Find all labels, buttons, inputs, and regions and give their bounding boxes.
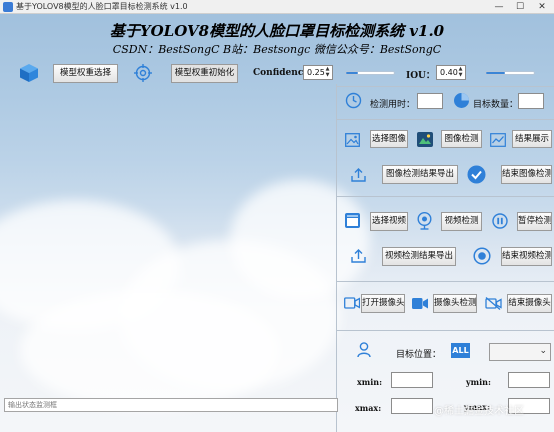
open-camera-button[interactable]: 打开摄像头 bbox=[361, 294, 405, 313]
target-count-label: 目标数量： bbox=[473, 100, 519, 110]
section-divider bbox=[337, 330, 554, 331]
right-panel-divider bbox=[336, 84, 337, 432]
cloud-bg bbox=[230, 180, 370, 300]
end-camera-button[interactable]: 结束摄像头 bbox=[507, 294, 552, 313]
model-weight-select-button[interactable]: 模型权重选择 bbox=[53, 64, 118, 83]
end-image-detect-button[interactable]: 结束图像检测 bbox=[501, 165, 552, 184]
detect-time-label: 检测用时： bbox=[370, 100, 416, 110]
pie-chart-icon bbox=[454, 93, 469, 108]
target-icon bbox=[134, 64, 152, 82]
status-monitor-box: 输出状态监测框 bbox=[4, 398, 338, 412]
window-title: 基于YOLOV8模型的人脸口罩目标检测系统 v1.0 bbox=[16, 2, 188, 11]
target-select-combobox[interactable]: ⌄ bbox=[489, 343, 551, 361]
iou-value: 0.40 bbox=[440, 68, 458, 77]
camera-detect-button[interactable]: 摄像头检测 bbox=[433, 294, 477, 313]
check-icon bbox=[467, 165, 486, 184]
spin-arrows-icon[interactable]: ▲ ▼ bbox=[457, 66, 464, 79]
cloud-bg bbox=[20, 290, 280, 410]
section-divider bbox=[337, 196, 554, 197]
ymin-label: ymin: bbox=[466, 377, 491, 387]
stop-icon bbox=[473, 247, 491, 265]
person-icon bbox=[357, 342, 371, 358]
iou-slider[interactable] bbox=[485, 71, 535, 75]
iou-label: IOU： bbox=[406, 71, 435, 81]
section-divider bbox=[337, 119, 554, 120]
image-detect-button[interactable]: 图像检测 bbox=[441, 130, 482, 148]
page-subtitle: CSDN：BestSongC B站：Bestsongc 微信公众号：BestSo… bbox=[112, 43, 442, 56]
chevron-down-icon: ⌄ bbox=[539, 346, 547, 356]
gallery-icon bbox=[417, 132, 433, 147]
watermark: @稀土掘金技术社区 bbox=[434, 406, 524, 417]
video-export-button[interactable]: 视频检测结果导出 bbox=[382, 247, 456, 266]
upload-icon bbox=[351, 249, 366, 263]
select-video-button[interactable]: 选择视频 bbox=[370, 212, 408, 231]
section-divider bbox=[337, 86, 554, 87]
xmin-label: xmin: bbox=[357, 377, 383, 387]
pause-icon bbox=[492, 213, 508, 229]
model-weight-init-button[interactable]: 模型权重初始化 bbox=[171, 64, 238, 83]
xmax-label: xmax: bbox=[355, 403, 382, 413]
target-count-value bbox=[518, 93, 544, 109]
video-detect-button[interactable]: 视频检测 bbox=[441, 212, 482, 231]
page-title: 基于YOLOV8模型的人脸口罩目标检测系统 v1.0 bbox=[109, 22, 445, 40]
target-position-label: 目标位置： bbox=[396, 350, 442, 360]
camera-icon bbox=[344, 297, 360, 309]
image-export-button[interactable]: 图像检测结果导出 bbox=[382, 165, 458, 184]
cube-icon bbox=[20, 64, 38, 82]
section-divider bbox=[337, 281, 554, 282]
maximize-button[interactable]: ☐ bbox=[509, 0, 531, 14]
close-button[interactable]: ✕ bbox=[531, 0, 553, 14]
iou-spinbox[interactable]: 0.40 ▲ ▼ bbox=[436, 65, 466, 80]
xmin-value bbox=[391, 372, 433, 388]
spin-arrows-icon[interactable]: ▲ ▼ bbox=[324, 66, 331, 79]
minimize-button[interactable]: — bbox=[488, 0, 510, 14]
image-icon bbox=[345, 133, 360, 147]
confidence-spinbox[interactable]: 0.25 ▲ ▼ bbox=[303, 65, 333, 80]
end-video-detect-button[interactable]: 结束视频检测 bbox=[501, 247, 552, 266]
detect-time-value bbox=[417, 93, 443, 109]
ymin-value bbox=[508, 372, 550, 388]
confidence-value: 0.25 bbox=[307, 68, 325, 77]
iou-slider-fill bbox=[486, 72, 506, 74]
result-show-button[interactable]: 结果展示 bbox=[512, 130, 552, 148]
video-folder-icon bbox=[345, 213, 360, 228]
webcam-icon bbox=[417, 212, 432, 230]
camera-icon bbox=[412, 298, 428, 309]
xmax-value bbox=[391, 398, 433, 414]
pause-detect-button[interactable]: 暂停检测 bbox=[517, 212, 552, 231]
all-targets-icon: ALL bbox=[451, 343, 470, 358]
confidence-slider[interactable] bbox=[345, 71, 395, 75]
select-image-button[interactable]: 选择图像 bbox=[370, 130, 408, 148]
camera-off-icon bbox=[485, 297, 502, 310]
title-bar: 基于YOLOV8模型的人脸口罩目标检测系统 v1.0 — ☐ ✕ bbox=[0, 0, 554, 14]
upload-icon bbox=[351, 168, 366, 182]
chart-icon bbox=[490, 133, 506, 147]
clock-icon bbox=[345, 92, 362, 109]
app-window: 基于YOLOV8模型的人脸口罩目标检测系统 v1.0 — ☐ ✕ 基于YOLOV… bbox=[0, 0, 554, 432]
app-icon bbox=[3, 2, 13, 12]
confidence-slider-fill bbox=[346, 72, 358, 74]
